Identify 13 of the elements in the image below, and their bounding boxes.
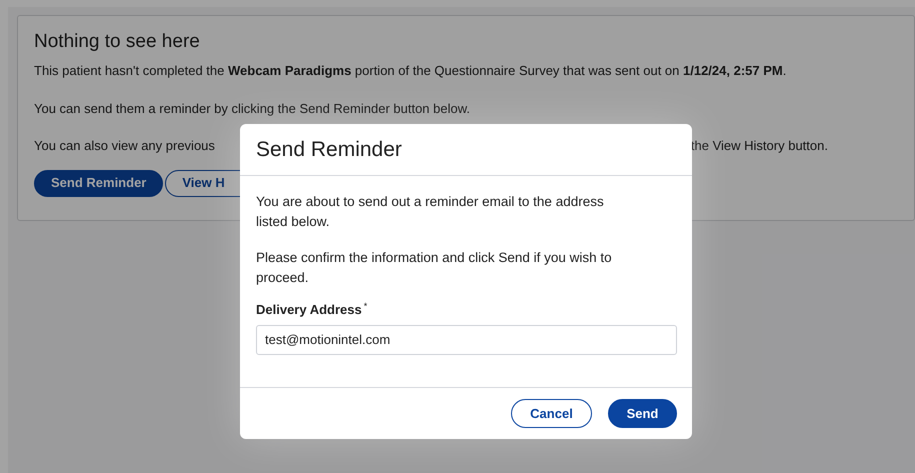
panel-text: You can also view any previous bbox=[34, 137, 215, 155]
panel-title: Nothing to see here bbox=[34, 30, 201, 54]
panel-text: the View History button. bbox=[690, 137, 828, 155]
outline-button[interactable]: Cancel bbox=[511, 399, 592, 428]
panel-text: You can send them a reminder by clicking the Send Reminder button below. bbox=[34, 100, 472, 118]
field-label: Delivery Address bbox=[256, 301, 362, 319]
panel-text: This patient hasn't completed the Webcam Paradigms portion of the Questionnaire Survey that was sent out on 1/12/24, 2:57 PM. bbox=[34, 62, 788, 80]
dialog-title: Send Reminder bbox=[256, 136, 402, 163]
primary-button[interactable]: Send Reminder bbox=[34, 170, 164, 196]
primary-button[interactable]: Send bbox=[608, 399, 677, 428]
required-mark: * bbox=[364, 300, 368, 313]
delivery-address-field[interactable]: test@motionintel.com bbox=[256, 324, 677, 354]
dialog-text: Please confirm the information and click Send if you wish to proceed. bbox=[256, 249, 613, 287]
